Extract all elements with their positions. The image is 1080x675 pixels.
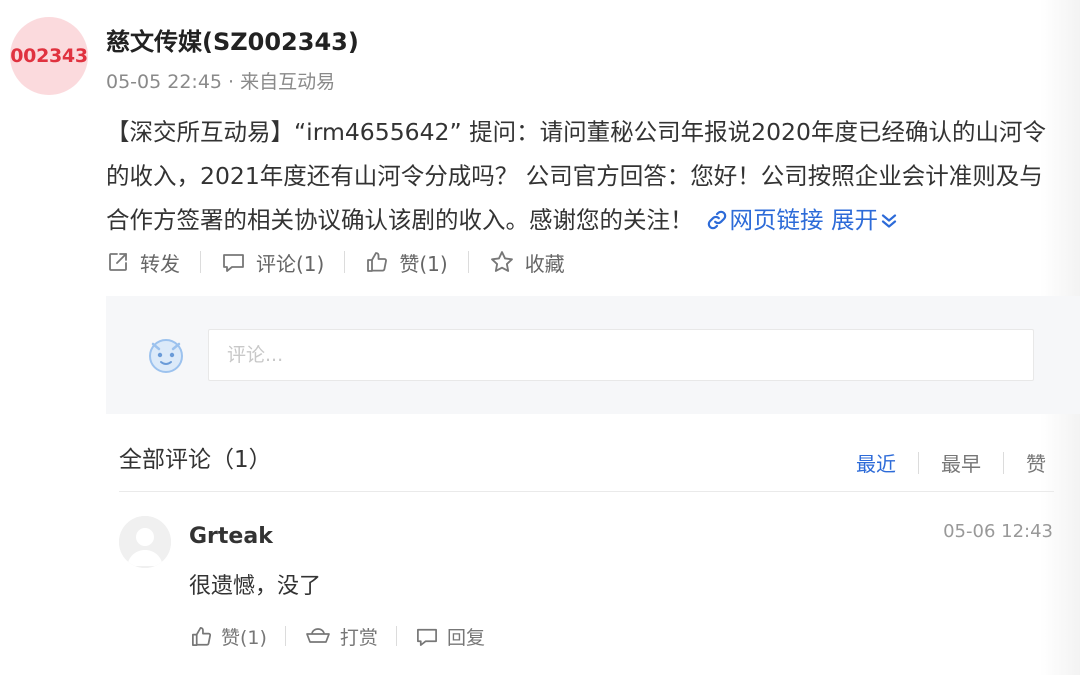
ingot-icon	[306, 628, 330, 643]
like-button[interactable]: 赞(1)	[365, 248, 448, 277]
comment-label: 评论(1)	[256, 251, 325, 276]
link-icon	[707, 210, 726, 230]
sort-recent[interactable]: 最近	[856, 448, 896, 477]
reply-label: 回复	[446, 626, 485, 649]
comment-composer: 评论...	[106, 296, 1080, 414]
like-label: 赞(1)	[399, 251, 448, 276]
sort-earliest[interactable]: 最早	[941, 448, 981, 477]
comment-like-label: 赞(1)	[221, 626, 267, 649]
comment-text: 很遗憾，没了	[189, 574, 322, 599]
star-icon	[490, 251, 513, 272]
reply-button[interactable]: 回复	[415, 623, 485, 650]
tip-button[interactable]: 打赏	[304, 623, 378, 650]
stock-avatar[interactable]: 002343	[10, 17, 88, 95]
divider	[200, 251, 201, 273]
divider	[284, 626, 286, 646]
comments-header: 全部评论（1）	[119, 447, 272, 473]
tip-label: 打赏	[339, 626, 378, 649]
default-user-icon	[119, 516, 171, 568]
avatar[interactable]	[119, 516, 171, 568]
stock-avatar-code: 002343	[10, 45, 88, 67]
thumbs-up-icon	[192, 626, 212, 646]
comment-icon	[223, 254, 244, 272]
favorite-button[interactable]: 收藏	[489, 248, 565, 277]
chevron-double-down-icon[interactable]	[880, 212, 898, 230]
thumbs-up-icon	[367, 252, 388, 272]
forward-button[interactable]: 转发	[106, 248, 180, 277]
robot-avatar-icon	[149, 339, 183, 373]
comment-username[interactable]: Grteak	[189, 524, 273, 549]
share-icon	[109, 253, 127, 271]
divider	[1003, 451, 1004, 474]
post-action-bar: 转发 评论(1) 赞(1) 收藏	[106, 244, 565, 280]
sort-likes[interactable]: 赞	[1026, 448, 1046, 477]
divider	[344, 251, 346, 273]
post-text: 【深交所互动易】“irm4655642” 提问：请问董秘公司年报说2020年度已…	[106, 118, 1046, 234]
divider	[467, 251, 469, 273]
comment-input[interactable]: 评论...	[208, 329, 1034, 381]
expand-link[interactable]: 展开	[831, 206, 878, 234]
forward-label: 转发	[140, 251, 180, 276]
sort-bar: 最近 最早 赞	[856, 448, 1046, 477]
section-divider	[119, 491, 1054, 492]
divider	[918, 451, 919, 474]
comment-action-bar: 赞(1) 打赏 回复	[190, 620, 485, 652]
divider	[395, 626, 397, 646]
post-author-title[interactable]: 慈文传媒(SZ002343)	[106, 22, 359, 57]
comment-icon	[416, 628, 437, 646]
comment-like-button[interactable]: 赞(1)	[190, 623, 267, 650]
comment-button[interactable]: 评论(1)	[221, 248, 324, 277]
post-body: 【深交所互动易】“irm4655642” 提问：请问董秘公司年报说2020年度已…	[106, 110, 1064, 242]
post-meta: 05-05 22:45 · 来自互动易	[106, 71, 336, 93]
web-link[interactable]: 网页链接	[730, 206, 824, 234]
comment-time: 05-06 12:43	[943, 521, 1053, 542]
favorite-label: 收藏	[524, 251, 565, 276]
